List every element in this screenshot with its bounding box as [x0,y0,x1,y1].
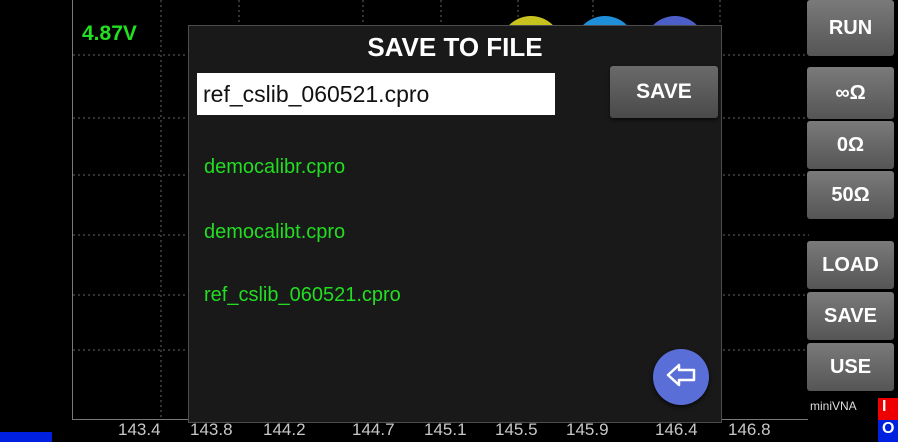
x-tick-label: 146.4 [655,420,698,439]
x-tick-label: 144.7 [352,420,395,439]
marker-red: I [878,398,898,420]
progress-indicator [0,432,52,442]
x-tick-label: 146.8 [728,420,771,439]
file-list-item[interactable]: ref_cslib_060521.cpro [204,284,401,307]
run-button[interactable]: RUN [807,0,894,56]
x-tick-label: 143.8 [190,420,233,439]
x-tick-label: 143.4 [118,420,161,439]
x-tick-label: 145.5 [495,420,538,439]
use-button[interactable]: USE [807,343,894,391]
arrow-left-icon [665,362,697,393]
x-tick-label: 144.2 [263,420,306,439]
voltage-readout: 4.87V [82,22,137,45]
save-button[interactable]: SAVE [807,292,894,340]
marker-blue: O [878,420,898,442]
marker-red-label: I [882,398,887,415]
x-tick-label: 145.9 [566,420,609,439]
save-to-file-dialog: SAVE TO FILE SAVE democalibr.cpro democa… [188,25,722,423]
load-button[interactable]: LOAD [807,241,894,289]
short-calibration-button[interactable]: 0Ω [807,121,894,169]
load50-calibration-button[interactable]: 50Ω [807,171,894,219]
filename-input[interactable] [197,73,555,115]
dialog-title: SAVE TO FILE [367,32,543,62]
brand-label: miniVNA [810,399,857,413]
marker-blue-label: O [882,420,895,437]
x-tick-label: 145.1 [424,420,467,439]
open-calibration-button[interactable]: ∞Ω [807,67,894,119]
file-list-item[interactable]: democalibt.cpro [204,221,345,244]
back-button[interactable] [653,349,709,405]
dialog-save-button[interactable]: SAVE [610,66,718,118]
file-list-item[interactable]: democalibr.cpro [204,156,345,179]
